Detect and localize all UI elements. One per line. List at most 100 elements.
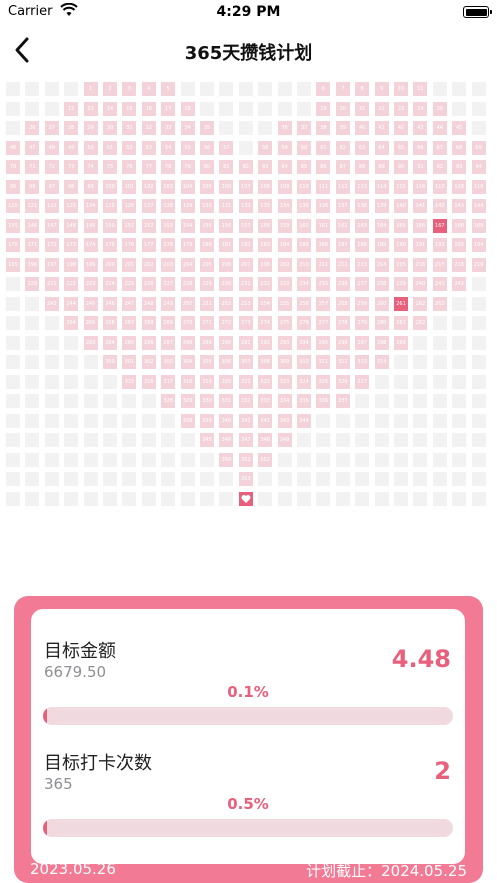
day-cell[interactable]: 186 (316, 238, 331, 252)
day-cell[interactable]: 241 (432, 277, 447, 291)
day-cell[interactable]: 252 (219, 296, 234, 311)
day-cell[interactable]: 218 (452, 257, 467, 272)
day-cell[interactable]: 310 (297, 355, 311, 369)
day-cell[interactable]: 297 (355, 335, 370, 350)
day-cell[interactable]: 72 (44, 160, 59, 174)
day-cell[interactable]: 222 (64, 277, 79, 291)
day-cell[interactable]: 79 (180, 160, 195, 174)
day-cell[interactable]: 231 (238, 277, 253, 291)
day-cell[interactable]: 132 (238, 199, 253, 213)
day-cell[interactable]: 118 (452, 179, 467, 194)
day-cell[interactable]: 61 (316, 140, 331, 155)
day-cell[interactable]: 351 (238, 452, 253, 467)
day-cell[interactable]: 17 (161, 101, 176, 116)
day-cell[interactable]: 312 (335, 355, 350, 369)
day-cell[interactable]: 237 (355, 277, 370, 291)
day-cell[interactable]: 144 (471, 199, 486, 213)
day-cell[interactable]: 151 (122, 218, 137, 233)
day-cell[interactable]: 173 (64, 238, 79, 252)
day-cell[interactable]: 180 (200, 238, 214, 252)
day-cell[interactable]: 21 (355, 101, 370, 116)
day-cell[interactable]: 100 (103, 179, 117, 194)
day-cell[interactable]: 107 (238, 179, 253, 194)
day-cell[interactable]: 12 (64, 101, 79, 116)
day-cell[interactable]: 93 (452, 160, 467, 174)
day-cell[interactable]: 145 (6, 218, 20, 233)
day-cell[interactable]: 296 (335, 335, 350, 350)
day-cell[interactable]: 230 (219, 277, 234, 291)
day-cell[interactable]: 330 (200, 394, 214, 408)
day-cell[interactable]: 311 (316, 355, 331, 369)
day-cell[interactable]: 54 (161, 140, 176, 155)
day-cell[interactable]: 279 (355, 316, 370, 330)
day-cell[interactable]: 174 (83, 238, 98, 252)
day-cell[interactable]: 273 (238, 316, 253, 330)
day-cell[interactable]: 247 (122, 296, 137, 311)
day-cell[interactable]: 119 (471, 179, 486, 194)
day-cell[interactable]: 346 (219, 433, 234, 447)
day-cell[interactable]: 199 (83, 257, 98, 272)
day-cell[interactable]: 198 (64, 257, 79, 272)
day-cell[interactable]: 175 (103, 238, 117, 252)
day-cell[interactable]: 278 (335, 316, 350, 330)
day-cell[interactable]: 190 (394, 238, 408, 252)
day-cell[interactable]: 267 (122, 316, 137, 330)
day-cell[interactable]: 308 (258, 355, 273, 369)
day-cell[interactable]: 306 (219, 355, 234, 369)
day-cell[interactable]: 188 (355, 238, 370, 252)
day-cell[interactable]: 39 (335, 121, 350, 135)
day-cell[interactable]: 217 (432, 257, 447, 272)
day-cell[interactable]: 269 (161, 316, 176, 330)
day-cell[interactable]: 120 (6, 199, 20, 213)
day-cell[interactable]: 282 (413, 316, 428, 330)
day-cell[interactable]: 302 (141, 355, 156, 369)
day-cell[interactable]: 281 (394, 316, 408, 330)
day-cell[interactable]: 66 (413, 140, 428, 155)
day-cell[interactable]: 104 (180, 179, 195, 194)
day-cell[interactable]: 141 (413, 199, 428, 213)
day-cell[interactable]: 23 (394, 101, 408, 116)
day-cell[interactable]: 341 (238, 413, 253, 428)
day-cell[interactable]: 274 (258, 316, 273, 330)
day-cell[interactable]: 128 (161, 199, 176, 213)
day-cell[interactable]: 77 (141, 160, 156, 174)
day-cell[interactable]: 228 (180, 277, 195, 291)
day-cell[interactable]: 165 (394, 218, 408, 233)
day-cell[interactable]: 272 (219, 316, 234, 330)
day-cell[interactable]: 191 (413, 238, 428, 252)
day-cell[interactable]: 133 (258, 199, 273, 213)
day-cell[interactable]: 150 (103, 218, 117, 233)
day-cell-checked[interactable]: 167 (432, 218, 447, 233)
day-cell[interactable]: 187 (335, 238, 350, 252)
day-cell[interactable]: 6 (316, 82, 331, 96)
day-cell[interactable]: 213 (355, 257, 370, 272)
day-cell[interactable]: 89 (374, 160, 389, 174)
day-cell[interactable]: 74 (83, 160, 98, 174)
day-cell[interactable]: 336 (316, 394, 331, 408)
day-cell[interactable]: 212 (335, 257, 350, 272)
day-cell[interactable]: 204 (180, 257, 195, 272)
day-cell[interactable]: 161 (316, 218, 331, 233)
day-cell[interactable]: 240 (413, 277, 428, 291)
day-cell[interactable]: 36 (277, 121, 292, 135)
day-cell[interactable]: 30 (103, 121, 117, 135)
day-cell[interactable]: 219 (471, 257, 486, 272)
day-cell[interactable]: 157 (238, 218, 253, 233)
day-cell[interactable]: 331 (219, 394, 234, 408)
day-cell[interactable]: 158 (258, 218, 273, 233)
day-cell[interactable]: 111 (316, 179, 331, 194)
day-cell[interactable]: 260 (374, 296, 389, 311)
day-cell[interactable]: 227 (161, 277, 176, 291)
day-cell[interactable]: 255 (277, 296, 292, 311)
day-cell[interactable]: 250 (180, 296, 195, 311)
day-cell[interactable]: 350 (219, 452, 234, 467)
day-cell[interactable]: 210 (297, 257, 311, 272)
day-cell[interactable]: 51 (103, 140, 117, 155)
day-cell[interactable]: 37 (297, 121, 311, 135)
day-cell[interactable]: 268 (141, 316, 156, 330)
day-cell[interactable]: 242 (452, 277, 467, 291)
day-cell[interactable]: 326 (335, 374, 350, 389)
day-cell[interactable]: 304 (180, 355, 195, 369)
day-cell[interactable]: 3 (122, 82, 137, 96)
day-cell[interactable]: 290 (219, 335, 234, 350)
